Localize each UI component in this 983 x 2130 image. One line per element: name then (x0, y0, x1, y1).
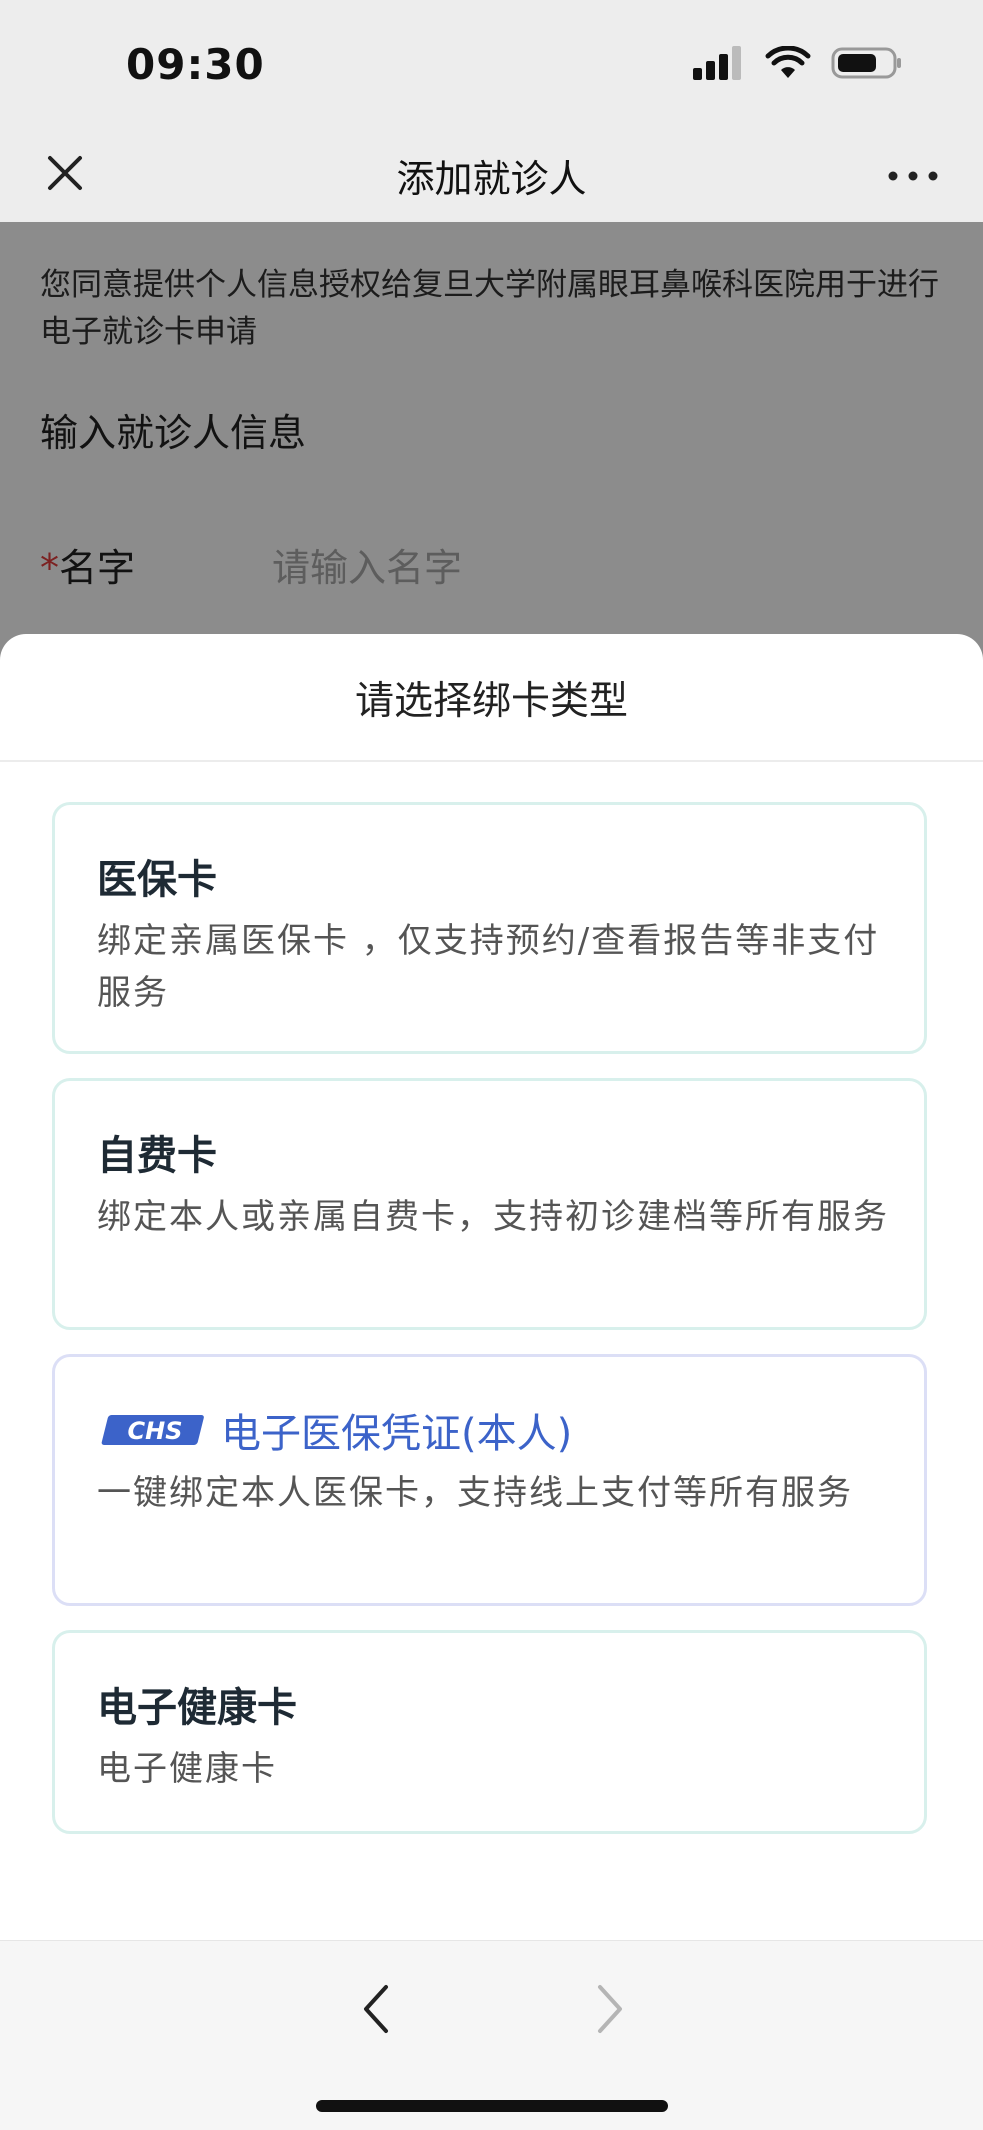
card-desc: 绑定亲属医保卡 ，仅支持预约/查看报告等非支付服务 (97, 921, 880, 1013)
chevron-right-icon (598, 1985, 622, 2033)
card-option-medical-insurance[interactable]: 医保卡 绑定亲属医保卡 ，仅支持预约/查看报告等非支付服务 (52, 802, 927, 1054)
more-icon[interactable] (883, 156, 943, 196)
card-desc: 电子健康卡 (97, 1749, 277, 1789)
status-icons (693, 46, 903, 80)
card-option-self-pay[interactable]: 自费卡 绑定本人或亲属自费卡，支持初诊建档等所有服务 (52, 1078, 927, 1330)
status-time: 09:30 (126, 40, 265, 89)
page-title: 添加就诊人 (396, 157, 587, 201)
card-title: 电子医保凭证(本人) (221, 1411, 573, 1457)
card-desc: 绑定本人或亲属自费卡，支持初诊建档等所有服务 (97, 1197, 889, 1237)
card-title: 电子健康卡 (97, 1685, 297, 1731)
card-type-sheet: 请选择绑卡类型 医保卡 绑定亲属医保卡 ，仅支持预约/查看报告等非支付服务 自费… (0, 634, 983, 1940)
status-bar: 09:30 (0, 0, 983, 135)
signal-icon (693, 46, 741, 80)
card-option-e-medical-voucher[interactable]: CHS 电子医保凭证(本人) 一键绑定本人医保卡，支持线上支付等所有服务 (52, 1354, 927, 1606)
card-title: 自费卡 (97, 1133, 217, 1179)
card-title: 医保卡 (97, 857, 217, 903)
nav-bar: 添加就诊人 (0, 130, 983, 222)
wifi-icon (765, 46, 811, 78)
card-desc: 一键绑定本人医保卡，支持线上支付等所有服务 (97, 1473, 853, 1513)
sheet-title: 请选择绑卡类型 (354, 679, 628, 724)
chs-title-row: CHS 电子医保凭证(本人) (97, 1401, 572, 1459)
chevron-left-icon[interactable] (356, 1981, 396, 2037)
card-option-e-health-card[interactable]: 电子健康卡 电子健康卡 (52, 1630, 927, 1834)
battery-icon (831, 47, 901, 79)
divider (0, 760, 983, 762)
screen: 09:30 添加就诊人 您同意提供个人信息授权给复旦大学附属眼耳鼻喉科医院用于进… (0, 0, 983, 2130)
chs-logo-icon: CHS (101, 1415, 204, 1445)
svg-text:CHS: CHS (128, 1417, 183, 1445)
home-indicator (316, 2100, 668, 2112)
